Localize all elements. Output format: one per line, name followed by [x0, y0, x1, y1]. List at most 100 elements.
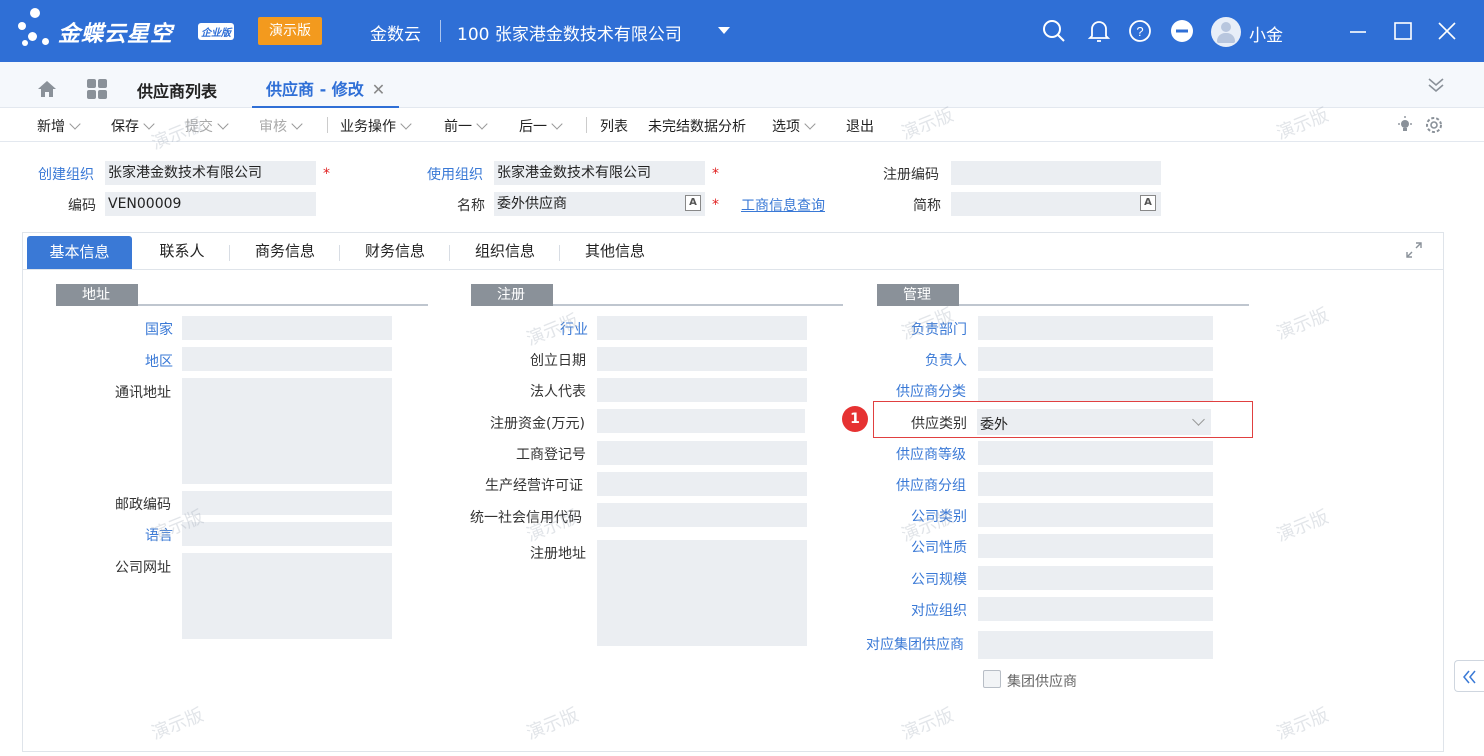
double-chevron-down-icon[interactable]	[1425, 74, 1447, 96]
close-icon[interactable]	[1434, 18, 1460, 44]
exit-button[interactable]: 退出	[846, 116, 874, 136]
registered-address-field[interactable]	[597, 540, 807, 646]
founded-date-field[interactable]	[597, 347, 807, 371]
save-button[interactable]: 保存	[111, 116, 155, 136]
language-field[interactable]	[182, 522, 392, 546]
industry-field[interactable]	[597, 316, 807, 340]
group-supplier-ref-field[interactable]	[978, 631, 1213, 659]
biz-info-query-link[interactable]: 工商信息查询	[741, 195, 825, 215]
tab-supplier-list[interactable]: 供应商列表	[137, 78, 217, 102]
chevron-down-icon[interactable]	[551, 118, 563, 130]
tab-close-icon[interactable]: ✕	[372, 80, 385, 99]
responsible-dept-label[interactable]: 负责部门	[911, 319, 967, 339]
company-nature-label[interactable]: 公司性质	[911, 537, 967, 557]
industry-label[interactable]: 行业	[560, 319, 588, 339]
home-icon[interactable]	[36, 78, 58, 100]
apps-grid-icon[interactable]	[86, 78, 108, 100]
company-nature-field[interactable]	[978, 534, 1213, 558]
use-org-field[interactable]: 张家港金数技术有限公司	[494, 161, 705, 185]
avatar[interactable]	[1211, 17, 1241, 47]
tab-org-info[interactable]: 组织信息	[459, 233, 551, 269]
supplier-group-field[interactable]	[978, 472, 1213, 496]
user-name[interactable]: 小金	[1249, 21, 1283, 46]
group-supplier-ref-label[interactable]: 对应集团供应商	[866, 634, 964, 654]
company-scale-field[interactable]	[978, 566, 1213, 590]
tab-supplier-edit[interactable]: 供应商 - 修改 ✕	[252, 76, 400, 108]
supplier-group-label[interactable]: 供应商分组	[896, 475, 966, 495]
previous-button[interactable]: 前一	[444, 116, 488, 136]
create-org-label[interactable]: 创建组织	[38, 164, 94, 184]
supplier-grade-field[interactable]	[978, 441, 1213, 465]
multilang-icon[interactable]: A	[1140, 195, 1156, 211]
supplier-grade-label[interactable]: 供应商等级	[896, 444, 966, 464]
corresponding-org-field[interactable]	[978, 597, 1213, 621]
chevron-down-icon[interactable]	[143, 118, 155, 130]
side-panel-toggle[interactable]	[1454, 660, 1484, 692]
region-label[interactable]: 地区	[145, 351, 173, 371]
chevron-down-icon[interactable]	[69, 118, 81, 130]
lightbulb-icon[interactable]	[1396, 116, 1414, 134]
new-button[interactable]: 新增	[37, 116, 81, 136]
tab-business-info[interactable]: 商务信息	[239, 233, 331, 269]
multilang-icon[interactable]: A	[685, 195, 701, 211]
responsible-person-field[interactable]	[978, 347, 1213, 371]
tab-finance-info[interactable]: 财务信息	[349, 233, 441, 269]
app-name[interactable]: 金数云	[370, 20, 421, 45]
maximize-icon[interactable]	[1390, 18, 1416, 44]
postal-code-field[interactable]	[182, 491, 392, 515]
gear-icon[interactable]	[1424, 115, 1444, 135]
brand-logo[interactable]: 金蝶云星空 企业版	[18, 8, 238, 54]
reg-code-field[interactable]	[951, 161, 1161, 185]
submit-button[interactable]: 提交	[185, 116, 229, 136]
bell-icon[interactable]	[1086, 18, 1112, 44]
country-field[interactable]	[182, 316, 392, 340]
responsible-person-label[interactable]: 负责人	[925, 350, 967, 370]
demo-badge[interactable]: 演示版	[258, 17, 322, 45]
supplier-category-field[interactable]	[978, 378, 1213, 402]
chevron-down-icon[interactable]	[476, 118, 488, 130]
tab-contacts[interactable]: 联系人	[143, 233, 221, 269]
country-label[interactable]: 国家	[145, 319, 173, 339]
company-category-field[interactable]	[978, 503, 1213, 527]
short-name-field[interactable]	[951, 192, 1161, 216]
org-selector[interactable]: 100 张家港金数技术有限公司	[457, 20, 682, 45]
chevron-down-icon[interactable]	[217, 118, 229, 130]
create-org-field[interactable]: 张家港金数技术有限公司	[105, 161, 316, 185]
biz-reg-no-field[interactable]	[597, 441, 807, 465]
next-button[interactable]: 后一	[519, 116, 563, 136]
use-org-label[interactable]: 使用组织	[427, 164, 483, 184]
expand-icon[interactable]	[1406, 242, 1422, 258]
more-icon[interactable]	[1169, 18, 1195, 44]
production-license-field[interactable]	[597, 472, 807, 496]
supply-type-select[interactable]	[977, 409, 1211, 435]
legal-rep-field[interactable]	[597, 378, 807, 402]
chevron-down-icon[interactable]	[804, 118, 816, 130]
group-supplier-checkbox[interactable]	[983, 670, 1001, 688]
registered-capital-field[interactable]	[597, 409, 805, 433]
responsible-dept-field[interactable]	[978, 316, 1213, 340]
website-field[interactable]	[182, 553, 392, 639]
audit-button[interactable]: 审核	[259, 116, 303, 136]
minimize-icon[interactable]	[1345, 18, 1371, 44]
org-dropdown-icon[interactable]	[718, 27, 730, 34]
tab-basic-info[interactable]: 基本信息	[27, 236, 132, 269]
language-label[interactable]: 语言	[145, 525, 173, 545]
company-scale-label[interactable]: 公司规模	[911, 569, 967, 589]
credit-code-field[interactable]	[597, 503, 807, 527]
business-ops-button[interactable]: 业务操作	[340, 116, 412, 136]
unfinished-analysis-button[interactable]: 未完结数据分析	[648, 116, 746, 136]
corresponding-org-label[interactable]: 对应组织	[911, 600, 967, 620]
mailing-address-field[interactable]	[182, 378, 392, 484]
company-category-label[interactable]: 公司类别	[911, 506, 967, 526]
chevron-down-icon[interactable]	[291, 118, 303, 130]
code-field[interactable]: VEN00009	[105, 192, 316, 216]
chevron-down-icon[interactable]	[400, 118, 412, 130]
list-button[interactable]: 列表	[600, 116, 628, 136]
supplier-category-label[interactable]: 供应商分类	[896, 381, 966, 401]
options-button[interactable]: 选项	[772, 116, 816, 136]
tab-other-info[interactable]: 其他信息	[569, 233, 661, 269]
help-icon[interactable]: ?	[1127, 18, 1153, 44]
search-icon[interactable]	[1041, 18, 1067, 44]
name-field[interactable]: 委外供应商	[494, 192, 705, 216]
region-field[interactable]	[182, 347, 392, 371]
